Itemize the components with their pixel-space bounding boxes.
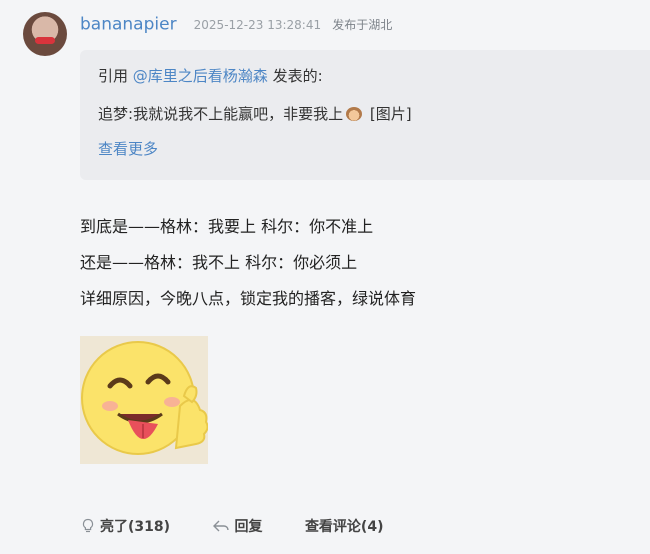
quote-mention-link[interactable]: @库里之后看杨瀚森 (133, 67, 268, 85)
post-line: 到底是——格林：我要上 科尔：你不准上 (80, 217, 374, 236)
like-button[interactable]: 亮了(318) (80, 516, 170, 536)
user-avatar[interactable] (23, 12, 67, 56)
comments-label: 查看评论(4) (304, 519, 384, 535)
post-line: 详细原因，今晚八点，锁定我的播客，绿说体育 (80, 289, 417, 308)
quote-body: 追梦:我就说我不上能赢吧，非要我上 [图片] (98, 102, 632, 126)
dog-face-icon (346, 107, 363, 121)
post-location: 发布于湖北 (332, 18, 393, 32)
lightbulb-icon (82, 518, 94, 533)
view-comments-button[interactable]: 查看评论(4) (305, 516, 384, 536)
quote-header: 引用 @库里之后看杨瀚森 发表的: (98, 64, 632, 88)
like-label: 亮了(318) (100, 519, 171, 535)
post-content: 到底是——格林：我要上 科尔：你不准上 还是——格林：我不上 科尔：你必须上 详… (80, 214, 416, 322)
quote-author: 追梦: (98, 105, 134, 123)
quote-block: 引用 @库里之后看杨瀚森 发表的: 追梦:我就说我不上能赢吧，非要我上 [图片]… (80, 50, 650, 180)
quote-prefix: 引用 (98, 67, 129, 85)
post-actions: 亮了(318) 回复 查看评论(4) (80, 516, 421, 536)
post-meta: bananapier 2025-12-23 13:28:41 发布于湖北 (80, 14, 392, 38)
reply-button[interactable]: 回复 (212, 516, 262, 536)
quote-text: 我就说我不上能赢吧，非要我上 (133, 105, 344, 123)
post-timestamp: 2025-12-23 13:28:41 (193, 17, 322, 32)
smiley-tongue-thumbs-up-icon (81, 341, 208, 455)
post-line: 还是——格林：我不上 科尔：你必须上 (80, 253, 358, 272)
smiley-sticker-image[interactable] (80, 336, 208, 464)
view-more-link[interactable]: 查看更多 (98, 138, 158, 159)
quote-image-tag[interactable]: [图片] (370, 105, 412, 123)
username-link[interactable]: bananapier (80, 15, 177, 35)
reply-label: 回复 (234, 519, 263, 535)
reply-arrow-icon (213, 520, 230, 532)
quote-suffix: 发表的: (272, 67, 323, 85)
